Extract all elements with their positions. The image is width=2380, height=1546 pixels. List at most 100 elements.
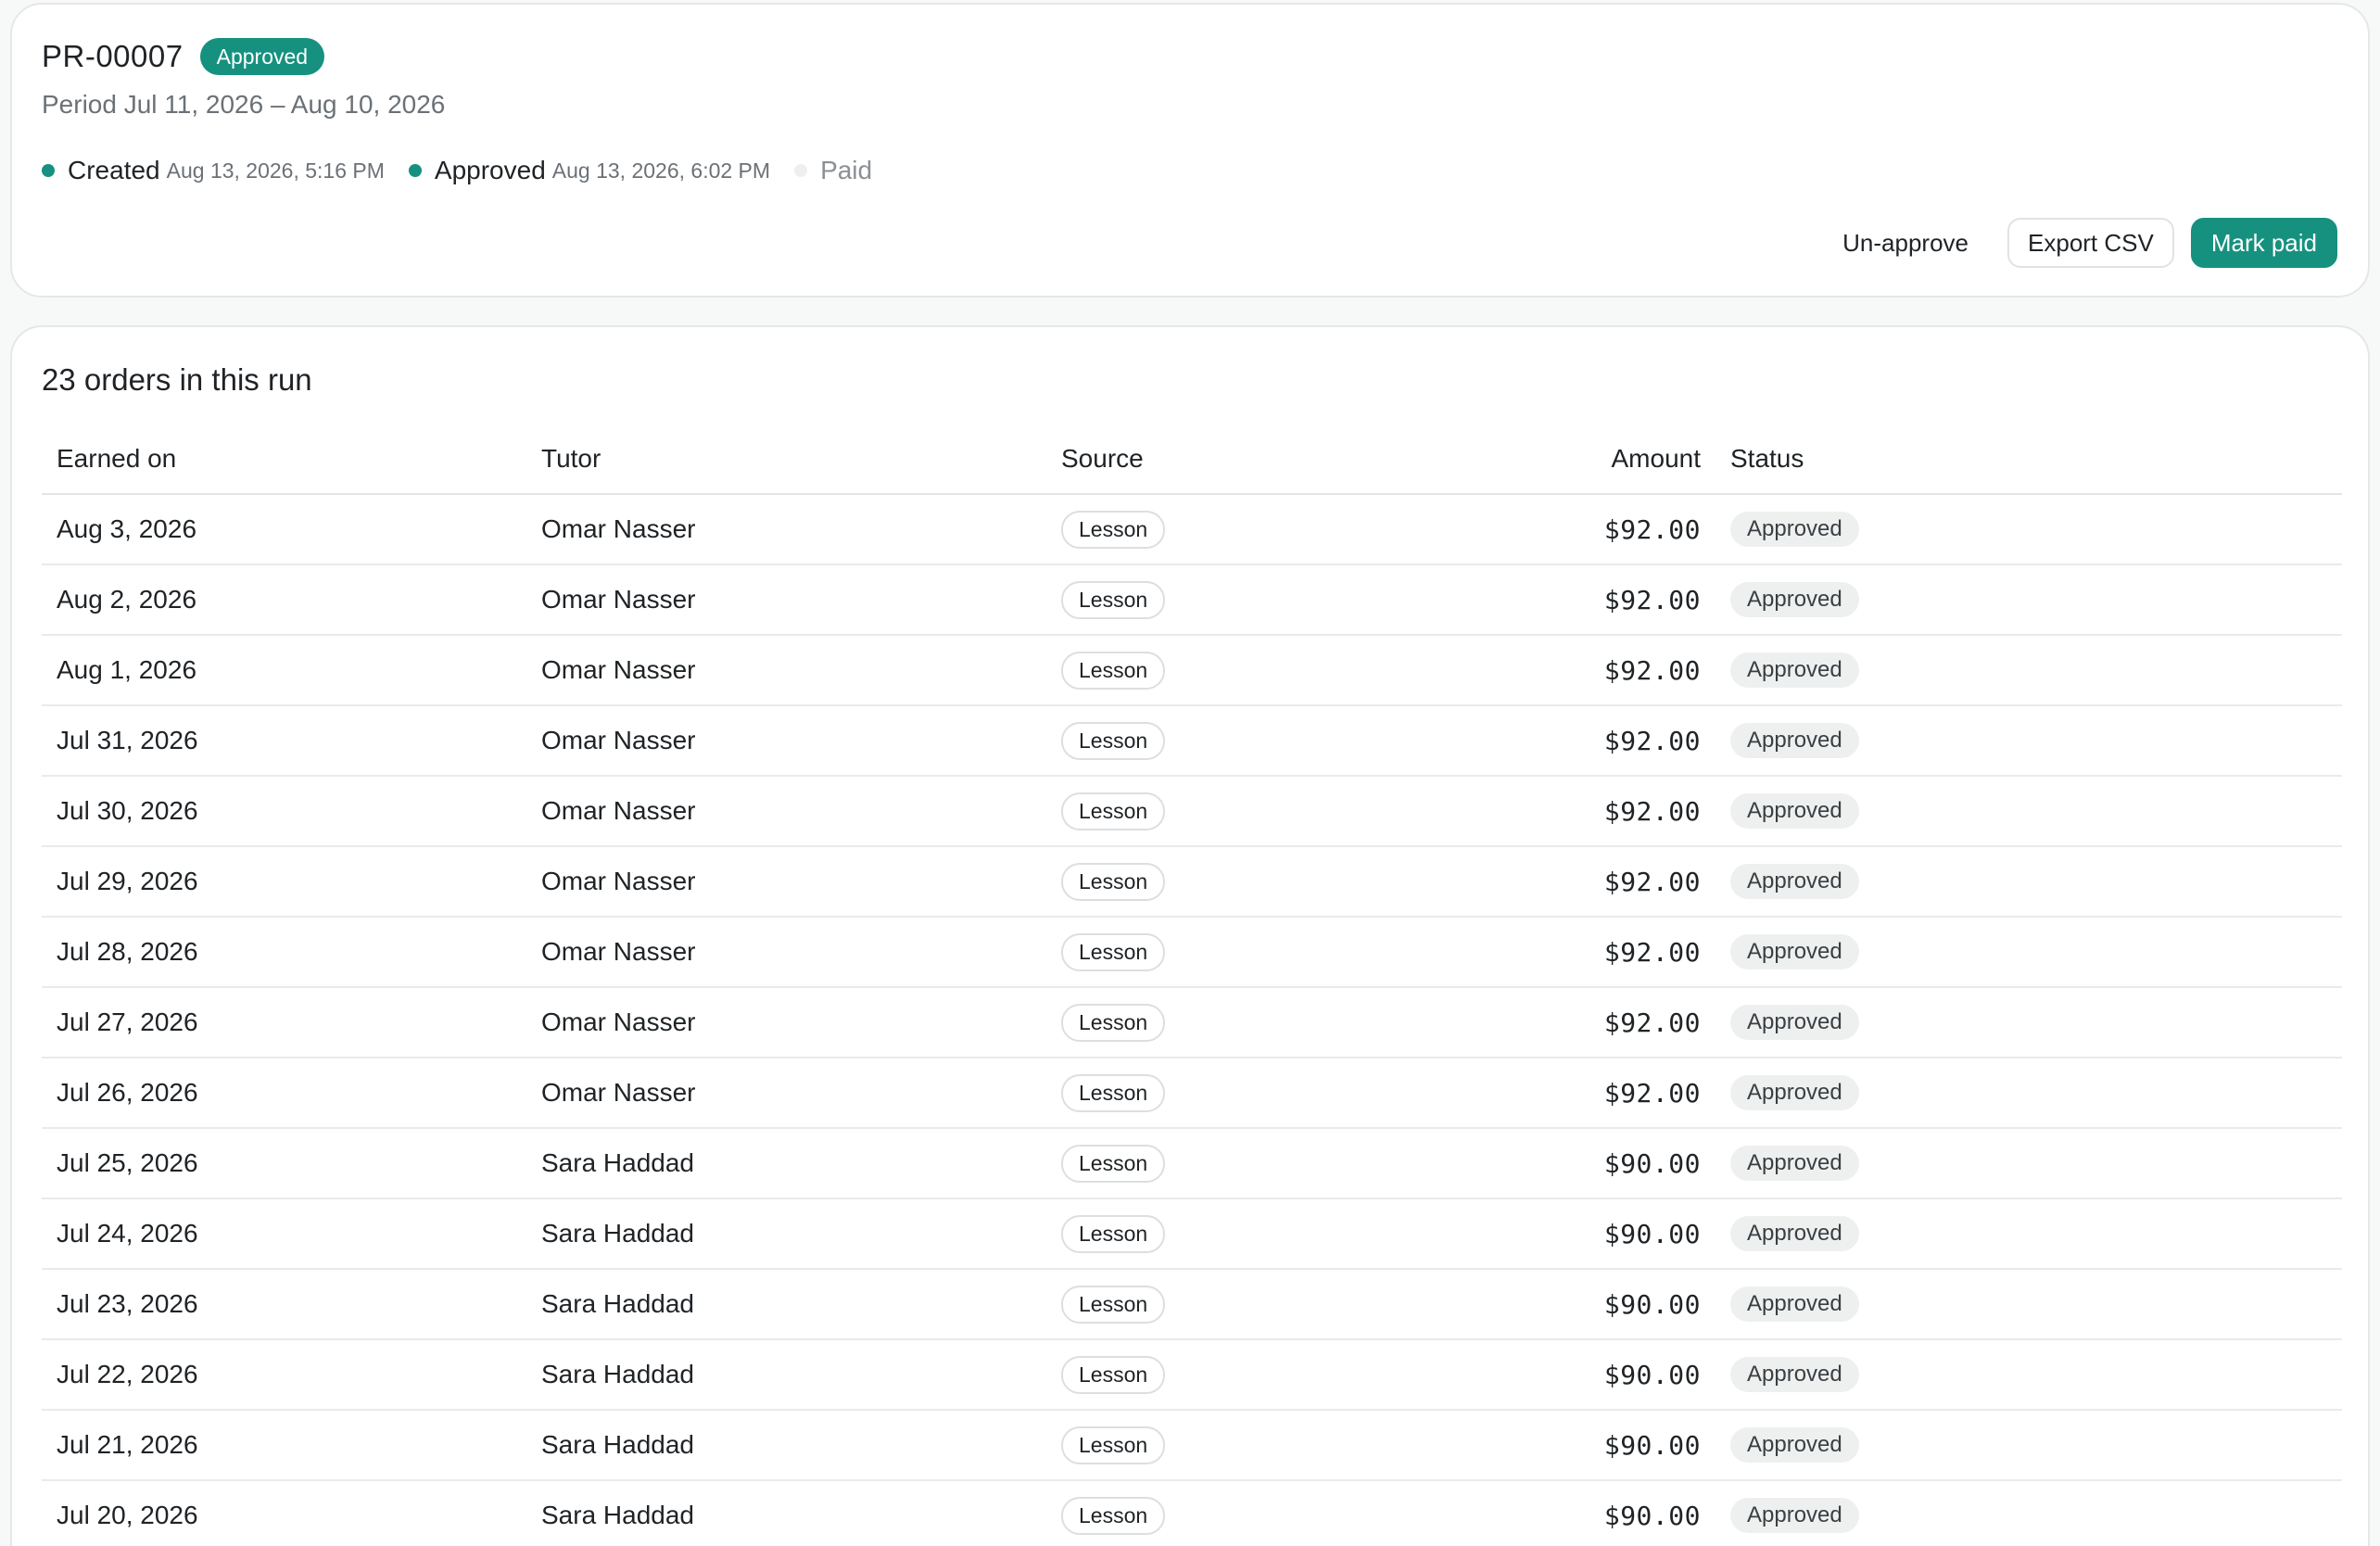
- status-cell: Approved: [1715, 1058, 2342, 1129]
- table-row[interactable]: Jul 21, 2026 Sara Haddad Lesson $90.00 Appro…: [42, 1410, 2342, 1481]
- orders-table: Earned on Tutor Source Amount Status Aug…: [42, 424, 2342, 1546]
- earned-on-cell: Aug 3, 2026: [42, 494, 526, 565]
- timeline-step-approved: Approved Aug 13, 2026, 6:02 PM: [408, 156, 771, 185]
- source-chip: Lesson: [1061, 721, 1166, 760]
- tutor-cell: Sara Haddad: [526, 1480, 1046, 1546]
- source-chip: Lesson: [1061, 510, 1166, 549]
- status-chip: Approved: [1730, 653, 1859, 688]
- amount-value: $92.00: [1603, 725, 1701, 756]
- earned-on-cell: Aug 1, 2026: [42, 635, 526, 706]
- table-row[interactable]: Aug 2, 2026 Omar Nasser Lesson $92.00 Approv…: [42, 564, 2342, 636]
- table-row[interactable]: Aug 1, 2026 Omar Nasser Lesson $92.00 Approv…: [42, 635, 2342, 706]
- timeline-step-label: Approved: [434, 156, 546, 184]
- amount-cell: $92.00: [1571, 1058, 1715, 1129]
- source-chip: Lesson: [1061, 1496, 1166, 1535]
- table-row[interactable]: Jul 27, 2026 Omar Nasser Lesson $92.00 Appro…: [42, 987, 2342, 1058]
- amount-cell: $90.00: [1571, 1339, 1715, 1411]
- earned-on-cell: Jul 20, 2026: [42, 1480, 526, 1546]
- status-cell: Approved: [1715, 635, 2342, 706]
- status-cell: Approved: [1715, 564, 2342, 636]
- earned-on-cell: Jul 29, 2026: [42, 846, 526, 918]
- table-row[interactable]: Jul 28, 2026 Omar Nasser Lesson $92.00 Appro…: [42, 917, 2342, 988]
- column-header-earned-on[interactable]: Earned on: [42, 424, 526, 495]
- source-chip: Lesson: [1061, 1355, 1166, 1394]
- earned-on-cell: Jul 26, 2026: [42, 1058, 526, 1129]
- earned-on-cell: Jul 21, 2026: [42, 1410, 526, 1481]
- column-header-source[interactable]: Source: [1046, 424, 1571, 495]
- export-csv-button[interactable]: Export CSV: [2007, 218, 2174, 268]
- payroll-run-page: PR-00007 Approved Period Jul 11, 2026 – …: [0, 0, 2380, 1546]
- tutor-cell: Sara Haddad: [526, 1410, 1046, 1481]
- amount-value: $92.00: [1603, 795, 1701, 827]
- step-complete-dot-icon: [408, 164, 422, 177]
- tutor-cell: Omar Nasser: [526, 987, 1046, 1058]
- status-chip: Approved: [1730, 864, 1859, 899]
- source-chip: Lesson: [1061, 862, 1166, 901]
- source-chip: Lesson: [1061, 1285, 1166, 1324]
- amount-cell: $92.00: [1571, 564, 1715, 636]
- status-chip: Approved: [1730, 793, 1859, 829]
- amount-cell: $92.00: [1571, 776, 1715, 847]
- status-cell: Approved: [1715, 1339, 2342, 1411]
- mark-paid-button[interactable]: Mark paid: [2190, 218, 2337, 268]
- table-row[interactable]: Jul 29, 2026 Omar Nasser Lesson $92.00 Appro…: [42, 846, 2342, 918]
- amount-cell: $90.00: [1571, 1198, 1715, 1270]
- unapprove-button[interactable]: Un-approve: [1820, 218, 1991, 268]
- source-cell: Lesson: [1046, 564, 1571, 636]
- status-chip: Approved: [1730, 723, 1859, 758]
- amount-value: $90.00: [1603, 1359, 1701, 1390]
- table-row[interactable]: Jul 24, 2026 Sara Haddad Lesson $90.00 Appro…: [42, 1198, 2342, 1270]
- timeline-step-label: Paid: [820, 156, 873, 184]
- amount-value: $90.00: [1603, 1429, 1701, 1461]
- table-row[interactable]: Jul 25, 2026 Sara Haddad Lesson $90.00 Appro…: [42, 1128, 2342, 1199]
- table-row[interactable]: Jul 22, 2026 Sara Haddad Lesson $90.00 Appro…: [42, 1339, 2342, 1411]
- amount-value: $92.00: [1603, 866, 1701, 897]
- tutor-cell: Omar Nasser: [526, 917, 1046, 988]
- tutor-cell: Omar Nasser: [526, 776, 1046, 847]
- table-row[interactable]: Aug 3, 2026 Omar Nasser Lesson $92.00 Approv…: [42, 494, 2342, 565]
- table-row[interactable]: Jul 26, 2026 Omar Nasser Lesson $92.00 Appro…: [42, 1058, 2342, 1129]
- status-cell: Approved: [1715, 705, 2342, 777]
- earned-on-cell: Jul 28, 2026: [42, 917, 526, 988]
- table-row[interactable]: Jul 23, 2026 Sara Haddad Lesson $90.00 Appro…: [42, 1269, 2342, 1340]
- table-row[interactable]: Jul 30, 2026 Omar Nasser Lesson $92.00 Appro…: [42, 776, 2342, 847]
- amount-value: $92.00: [1603, 936, 1701, 968]
- source-chip: Lesson: [1061, 1003, 1166, 1042]
- status-cell: Approved: [1715, 1410, 2342, 1481]
- source-chip: Lesson: [1061, 792, 1166, 830]
- header-row: Earned on Tutor Source Amount Status: [42, 424, 2342, 495]
- column-header-status[interactable]: Status: [1715, 424, 2342, 495]
- source-cell: Lesson: [1046, 635, 1571, 706]
- column-header-tutor[interactable]: Tutor: [526, 424, 1046, 495]
- timeline-step-time: Aug 13, 2026, 5:16 PM: [166, 158, 385, 183]
- source-cell: Lesson: [1046, 1339, 1571, 1411]
- status-cell: Approved: [1715, 1480, 2342, 1546]
- amount-cell: $90.00: [1571, 1480, 1715, 1546]
- status-chip: Approved: [1730, 582, 1859, 617]
- amount-cell: $92.00: [1571, 846, 1715, 918]
- tutor-cell: Sara Haddad: [526, 1128, 1046, 1199]
- source-cell: Lesson: [1046, 987, 1571, 1058]
- amount-cell: $90.00: [1571, 1128, 1715, 1199]
- timeline-step-time: Aug 13, 2026, 6:02 PM: [551, 158, 771, 183]
- step-pending-dot-icon: [794, 164, 808, 177]
- status-cell: Approved: [1715, 987, 2342, 1058]
- tutor-cell: Omar Nasser: [526, 1058, 1046, 1129]
- source-cell: Lesson: [1046, 1410, 1571, 1481]
- source-cell: Lesson: [1046, 494, 1571, 565]
- source-cell: Lesson: [1046, 1269, 1571, 1340]
- timeline-step-created: Created Aug 13, 2026, 5:16 PM: [42, 156, 385, 185]
- status-chip: Approved: [1730, 1005, 1859, 1040]
- column-header-amount[interactable]: Amount: [1571, 424, 1715, 495]
- table-row[interactable]: Jul 20, 2026 Sara Haddad Lesson $90.00 Appro…: [42, 1480, 2342, 1546]
- tutor-cell: Sara Haddad: [526, 1269, 1046, 1340]
- run-id: PR-00007: [42, 39, 184, 73]
- status-cell: Approved: [1715, 846, 2342, 918]
- table-row[interactable]: Jul 31, 2026 Omar Nasser Lesson $92.00 Appro…: [42, 705, 2342, 777]
- tutor-cell: Sara Haddad: [526, 1198, 1046, 1270]
- status-chip: Approved: [1730, 934, 1859, 969]
- status-chip: Approved: [1730, 1498, 1859, 1533]
- status-cell: Approved: [1715, 1198, 2342, 1270]
- earned-on-cell: Jul 24, 2026: [42, 1198, 526, 1270]
- status-cell: Approved: [1715, 917, 2342, 988]
